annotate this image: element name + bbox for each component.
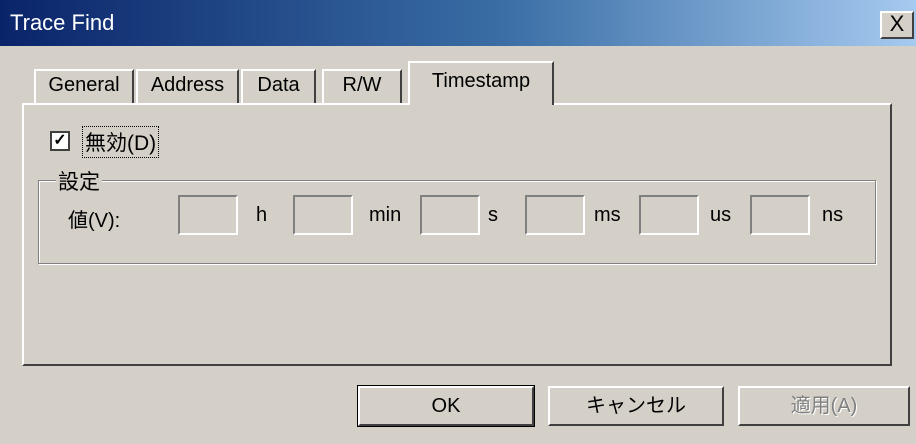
hours-unit-label: h bbox=[256, 204, 268, 226]
disable-checkbox[interactable]: ✓ bbox=[50, 131, 70, 151]
tab-general-label: General bbox=[48, 74, 120, 96]
nanoseconds-input[interactable] bbox=[750, 195, 810, 235]
ok-button[interactable]: OK bbox=[357, 385, 535, 427]
tab-rw-label: R/W bbox=[342, 74, 382, 96]
tab-address-label: Address bbox=[150, 74, 225, 96]
milliseconds-unit-label: ms bbox=[594, 204, 621, 226]
seconds-input[interactable] bbox=[420, 195, 480, 235]
close-button[interactable]: X bbox=[880, 11, 914, 39]
tab-data[interactable]: Data bbox=[241, 69, 316, 103]
hours-input[interactable] bbox=[178, 195, 238, 235]
milliseconds-input[interactable] bbox=[525, 195, 585, 235]
tab-data-label: Data bbox=[257, 74, 300, 96]
cancel-button[interactable]: キャンセル bbox=[548, 386, 724, 426]
apply-button[interactable]: 適用(A) bbox=[738, 386, 910, 426]
trace-find-dialog: Trace Find X General Address Data R/W Ti… bbox=[0, 0, 916, 444]
microseconds-unit-label: us bbox=[710, 204, 732, 226]
minutes-unit-label: min bbox=[369, 204, 402, 226]
tab-timestamp[interactable]: Timestamp bbox=[408, 61, 554, 105]
seconds-unit-label: s bbox=[488, 204, 498, 226]
microseconds-input[interactable] bbox=[639, 195, 699, 235]
value-label: 値(V): bbox=[68, 210, 121, 232]
check-icon: ✓ bbox=[53, 132, 67, 149]
nanoseconds-unit-label: ns bbox=[822, 204, 844, 226]
tab-rw[interactable]: R/W bbox=[322, 69, 402, 103]
tab-general[interactable]: General bbox=[34, 69, 134, 103]
minutes-input[interactable] bbox=[293, 195, 353, 235]
title-bar[interactable]: Trace Find X bbox=[0, 0, 916, 46]
settings-group-title: 設定 bbox=[56, 166, 102, 196]
close-icon: X bbox=[889, 11, 905, 36]
window-title: Trace Find bbox=[10, 10, 115, 35]
tab-address[interactable]: Address bbox=[136, 69, 239, 103]
disable-checkbox-label[interactable]: 無効(D) bbox=[82, 126, 160, 158]
tab-timestamp-label: Timestamp bbox=[431, 70, 531, 92]
